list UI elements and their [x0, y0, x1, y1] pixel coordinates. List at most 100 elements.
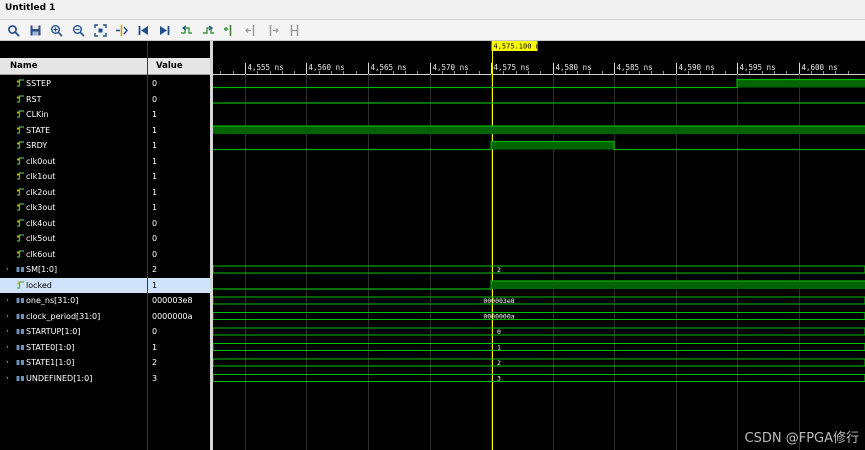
go-to-end-button[interactable] [156, 22, 172, 38]
bus-value-label: 2 [497, 359, 501, 367]
bus-value-label: 1 [497, 344, 501, 352]
bus-value-label: 000003e8 [483, 297, 514, 305]
waveform-locked [213, 280, 865, 290]
expand-chevron-icon[interactable]: › [6, 340, 12, 355]
signal-name: STATE0[1:0] [26, 342, 75, 352]
toolbar [0, 20, 865, 41]
signal-value: 1 [152, 110, 158, 119]
signal-value: 3 [152, 373, 158, 383]
signal-name: locked [26, 280, 52, 290]
name-column-header[interactable]: Name [0, 58, 147, 75]
signal-row-clkin[interactable]: CLKin [0, 107, 147, 122]
signal-row-undefined[interactable]: › UNDEFINED[1:0] [0, 371, 147, 386]
time-tick-label: 4,570 ns [433, 63, 469, 72]
signal-row-sstep[interactable]: SSTEP [0, 76, 147, 91]
signal-row-sm[interactable]: › SM[1:0] [0, 262, 147, 277]
signal-row-rst[interactable]: RST [0, 92, 147, 107]
signal-row-state0[interactable]: › STATE0[1:0] [0, 340, 147, 355]
signal-value: 1 [148, 277, 210, 293]
bus-signal-icon [16, 298, 24, 303]
expand-chevron-icon[interactable]: › [6, 309, 12, 324]
bus-segment [213, 374, 865, 382]
next-transition-button[interactable] [200, 22, 216, 38]
previous-marker-button[interactable] [243, 22, 259, 38]
expand-chevron-icon[interactable]: › [6, 262, 12, 277]
waveform-viewer[interactable]: 4,555 ns 4,560 ns 4,565 ns 4,570 ns 4,575 ns… [213, 41, 865, 450]
signal-row-clk5out[interactable]: clk5out [0, 231, 147, 246]
expand-chevron-icon[interactable]: › [6, 293, 12, 308]
expand-chevron-icon[interactable]: › [6, 324, 12, 339]
signal-row-startup[interactable]: › STARTUP[1:0] [0, 324, 147, 339]
signal-row-state1[interactable]: › STATE1[1:0] [0, 355, 147, 370]
signal-value: 0 [152, 249, 158, 259]
signal-name: UNDEFINED[1:0] [26, 373, 93, 383]
signal-value: 0 [152, 79, 158, 88]
signal-name: clk2out [26, 187, 56, 197]
signal-row-clk2out[interactable]: clk2out [0, 185, 147, 200]
signal-row-clk4out[interactable]: clk4out [0, 216, 147, 231]
signal-name: clk0out [26, 156, 56, 166]
signal-value: 2 [152, 265, 158, 274]
zoom-fit-icon [93, 23, 107, 37]
signal-row-clk6out[interactable]: clk6out [0, 247, 147, 262]
add-marker-icon [223, 24, 231, 36]
signal-name: clk3out [26, 203, 56, 212]
zoom-out-button[interactable] [70, 22, 86, 38]
signal-row-clk0out[interactable]: clk0out [0, 154, 147, 169]
signal-name: STATE [26, 125, 51, 135]
bus-signal-icon [16, 313, 24, 319]
bus-segment [213, 296, 865, 305]
bit-signal-icon [16, 156, 24, 165]
signal-value: 0 [152, 94, 158, 104]
time-tick-label: 4,585 ns [617, 63, 653, 72]
signal-value: 000003e8 [152, 296, 193, 305]
bus-signal-icon [16, 344, 24, 350]
swap-cursors-button[interactable] [286, 22, 302, 38]
next-marker-button[interactable] [264, 22, 280, 38]
signal-name: CLKin [26, 110, 49, 119]
waveform-sstep [213, 78, 865, 89]
bit-signal-icon [16, 172, 24, 180]
value-column-header[interactable]: Value [148, 58, 210, 75]
high-pulse [213, 126, 865, 134]
bus-value-label: 0 [497, 328, 501, 336]
high-pulse [491, 281, 865, 289]
bus-signal-icon [16, 329, 24, 334]
signal-name: SRDY [26, 141, 48, 150]
bit-signal-icon [16, 141, 24, 149]
bus-one_ns: 000003e8 [213, 296, 865, 305]
previous-transition-button[interactable] [178, 22, 194, 38]
waveform-state [213, 125, 865, 134]
expand-chevron-icon[interactable]: › [6, 355, 12, 370]
save-button[interactable] [27, 22, 43, 38]
signal-row-srdy[interactable]: SRDY [0, 138, 147, 153]
signal-row-clk1out[interactable]: clk1out [0, 169, 147, 184]
expand-chevron-icon[interactable]: › [6, 371, 12, 386]
signal-value: 0000000a [152, 311, 193, 321]
bus-state1: 2 [213, 358, 865, 367]
zoom-fit-button[interactable] [92, 22, 108, 38]
time-tick-label: 4,595 ns [740, 63, 776, 72]
signal-row-clock_period[interactable]: › clock_period[31:0] [0, 309, 147, 324]
signal-row-one_ns[interactable]: › one_ns[31:0] [0, 293, 147, 308]
go-to-start-button[interactable] [135, 22, 151, 38]
search-button[interactable] [5, 22, 21, 38]
add-marker-button[interactable] [221, 22, 237, 38]
signal-value: 1 [152, 187, 158, 197]
signal-value: 1 [152, 172, 158, 181]
time-tick-label: 4,575 ns [494, 63, 530, 72]
signal-row-locked[interactable]: locked [0, 277, 147, 293]
bus-signal-icon [16, 375, 24, 381]
bit-signal-icon [16, 218, 24, 227]
zoom-in-button[interactable] [48, 22, 64, 38]
signal-name: STATE1[1:0] [26, 358, 75, 367]
bit-signal-icon [16, 94, 24, 103]
go-to-cursor-button[interactable] [113, 22, 129, 38]
zoom-in-icon [50, 24, 63, 37]
time-tick-label: 4,565 ns [371, 63, 407, 72]
bus-clock_period: 0000000a [213, 312, 865, 321]
time-tick-label: 4,555 ns [248, 63, 284, 72]
signal-row-state[interactable]: STATE [0, 123, 147, 138]
signal-row-clk3out[interactable]: clk3out [0, 200, 147, 215]
time-tick-label: 4,580 ns [556, 63, 592, 72]
